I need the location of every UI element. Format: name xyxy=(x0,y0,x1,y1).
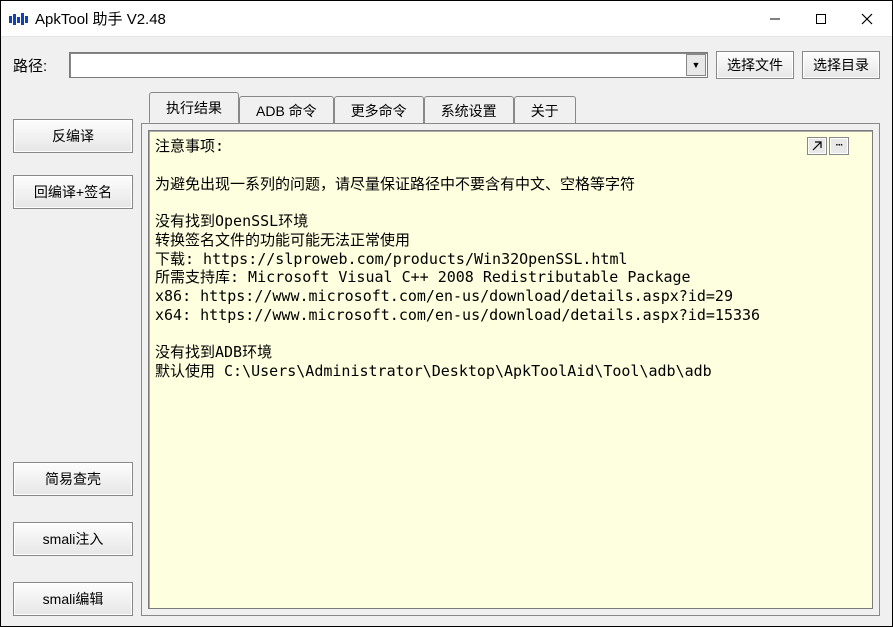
output-more-button[interactable]: ··· xyxy=(829,137,849,155)
path-input[interactable] xyxy=(69,52,708,78)
tab-about[interactable]: 关于 xyxy=(514,96,576,124)
titlebar: ApkTool 助手 V2.48 xyxy=(1,1,892,37)
body-row: 反编译 回编译+签名 简易查壳 smali注入 smali编辑 执行结果 ADB… xyxy=(13,95,880,616)
main-panel: 执行结果 ADB 命令 更多命令 系统设置 关于 注意事项: 为避免出现一系列的… xyxy=(141,95,880,616)
output-textarea[interactable]: 注意事项: 为避免出现一系列的问题，请尽量保证路径中不要含有中文、空格等字符 没… xyxy=(148,130,873,609)
output-arrow-button[interactable] xyxy=(807,137,827,155)
tab-strip: 执行结果 ADB 命令 更多命令 系统设置 关于 xyxy=(141,95,880,123)
tab-more[interactable]: 更多命令 xyxy=(334,96,424,124)
sidebar: 反编译 回编译+签名 简易查壳 smali注入 smali编辑 xyxy=(13,95,133,616)
path-dropdown-button[interactable]: ▼ xyxy=(686,54,706,76)
recompile-sign-button[interactable]: 回编译+签名 xyxy=(13,175,133,209)
maximize-button[interactable] xyxy=(798,4,844,34)
close-button[interactable] xyxy=(844,4,890,34)
smali-edit-button[interactable]: smali编辑 xyxy=(13,582,133,616)
decompile-button[interactable]: 反编译 xyxy=(13,119,133,153)
tab-panel: 注意事项: 为避免出现一系列的问题，请尽量保证路径中不要含有中文、空格等字符 没… xyxy=(141,123,880,616)
tab-result[interactable]: 执行结果 xyxy=(149,92,239,123)
select-file-button[interactable]: 选择文件 xyxy=(716,51,794,79)
tab-settings[interactable]: 系统设置 xyxy=(424,96,514,124)
minimize-button[interactable] xyxy=(752,4,798,34)
tab-adb[interactable]: ADB 命令 xyxy=(239,96,334,124)
window-controls xyxy=(752,4,890,34)
path-combo[interactable]: ▼ xyxy=(69,52,708,78)
select-directory-button[interactable]: 选择目录 xyxy=(802,51,880,79)
output-toolbar: ··· xyxy=(807,137,849,155)
path-row: 路径: ▼ 选择文件 选择目录 xyxy=(13,51,880,79)
window-title: ApkTool 助手 V2.48 xyxy=(35,8,752,29)
smali-inject-button[interactable]: smali注入 xyxy=(13,522,133,556)
app-window: ApkTool 助手 V2.48 路径: ▼ 选择文件 选择目录 反 xyxy=(0,0,893,627)
app-icon xyxy=(9,12,29,26)
output-wrap: 注意事项: 为避免出现一系列的问题，请尽量保证路径中不要含有中文、空格等字符 没… xyxy=(148,130,873,609)
path-label: 路径: xyxy=(13,55,61,76)
shell-check-button[interactable]: 简易查壳 xyxy=(13,462,133,496)
client-area: 路径: ▼ 选择文件 选择目录 反编译 回编译+签名 简易查壳 smali注入 … xyxy=(1,37,892,626)
